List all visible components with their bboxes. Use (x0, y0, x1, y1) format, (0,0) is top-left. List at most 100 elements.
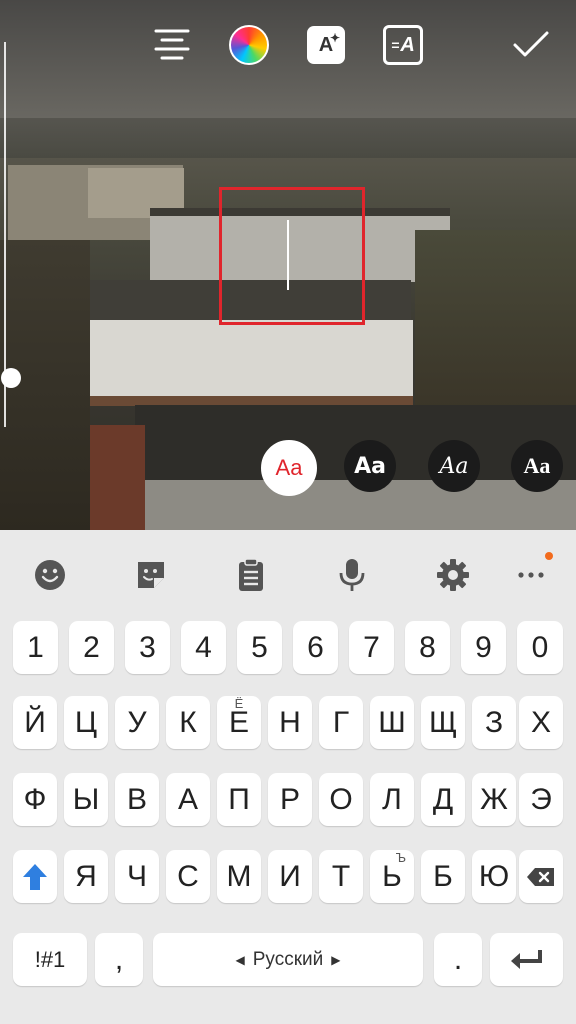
shift-arrow-icon (23, 863, 47, 890)
key-letter[interactable]: В (115, 773, 159, 826)
key-letter[interactable]: А (166, 773, 210, 826)
key-3[interactable]: 3 (125, 621, 170, 674)
key-5[interactable]: 5 (237, 621, 282, 674)
key-letter[interactable]: Щ (421, 696, 465, 749)
key-4[interactable]: 4 (181, 621, 226, 674)
clipboard-icon[interactable] (228, 552, 274, 598)
font-script-button[interactable]: Aa (428, 440, 480, 492)
key-label: Й (24, 705, 46, 739)
key-letter[interactable]: Ц (64, 696, 108, 749)
language-next-icon: ▶ (331, 952, 341, 967)
key-7[interactable]: 7 (349, 621, 394, 674)
key-letter[interactable]: М (217, 850, 261, 903)
key-letter[interactable]: Я (64, 850, 108, 903)
key-label: Ж (480, 782, 508, 816)
shift-button[interactable] (13, 850, 57, 903)
text-effects-icon[interactable]: A ✦ (305, 24, 347, 66)
key-letter[interactable]: И (268, 850, 312, 903)
font-strong-label: Aa (523, 453, 551, 478)
key-label: П (228, 782, 250, 816)
key-letter[interactable]: Э (519, 773, 563, 826)
language-label: Русский (252, 948, 324, 970)
key-letter[interactable]: ЪЬ (370, 850, 414, 903)
emoji-icon[interactable] (27, 552, 73, 598)
key-letter[interactable]: З (472, 696, 516, 749)
text-size-slider-knob[interactable] (1, 368, 21, 388)
text-caret (287, 220, 289, 290)
align-center-icon[interactable] (151, 24, 193, 66)
key-letter[interactable]: Г (319, 696, 363, 749)
key-9[interactable]: 9 (461, 621, 506, 674)
key-6[interactable]: 6 (293, 621, 338, 674)
key-letter[interactable]: Л (370, 773, 414, 826)
key-letter[interactable]: Х (519, 696, 563, 749)
key-letter[interactable]: У (115, 696, 159, 749)
key-5-label: 5 (251, 630, 268, 664)
key-letter[interactable]: Ш (370, 696, 414, 749)
story-photo-background: A ✦ = A Aa Aa Aa Aa (0, 0, 576, 530)
key-letter[interactable]: К (166, 696, 210, 749)
key-label: У (127, 705, 147, 739)
enter-icon (510, 949, 542, 969)
font-classic-button[interactable]: Aa (261, 440, 317, 496)
key-label: А (177, 782, 198, 816)
key-label: Ш (378, 705, 406, 739)
symbols-button[interactable]: !#1 (13, 933, 87, 986)
comma-key[interactable]: , (95, 933, 143, 986)
key-letter[interactable]: Ф (13, 773, 57, 826)
keyboard-toolbar (0, 530, 576, 620)
keyboard: 1 2 3 4 5 6 7 8 9 0 Й Ц У К ЁЕ Н Г Ш Щ З… (0, 530, 576, 1024)
text-input-box[interactable] (219, 187, 365, 325)
key-4-label: 4 (195, 630, 212, 664)
key-letter[interactable]: Ж (472, 773, 516, 826)
key-label: Д (432, 782, 454, 816)
backspace-button[interactable] (519, 850, 563, 903)
key-2[interactable]: 2 (69, 621, 114, 674)
key-label: Г (332, 705, 350, 739)
key-letter[interactable]: Д (421, 773, 465, 826)
key-label: Ф (23, 782, 47, 816)
notification-badge (545, 552, 553, 560)
key-label: З (484, 705, 504, 739)
key-label: Н (279, 705, 301, 739)
key-letter[interactable]: Т (319, 850, 363, 903)
text-background-icon[interactable]: = A (382, 24, 424, 66)
checkmark-icon[interactable] (510, 24, 552, 66)
key-label: Ц (74, 705, 98, 739)
symbols-label: !#1 (34, 946, 66, 972)
editor-toolbar: A ✦ = A (0, 0, 576, 95)
key-letter[interactable]: Ч (115, 850, 159, 903)
key-letter[interactable]: П (217, 773, 261, 826)
key-letter[interactable]: Р (268, 773, 312, 826)
key-label: И (279, 859, 301, 893)
key-label: Т (331, 859, 351, 893)
key-letter[interactable]: О (319, 773, 363, 826)
enter-button[interactable] (490, 933, 563, 986)
key-letter[interactable]: ЁЕ (217, 696, 261, 749)
key-8[interactable]: 8 (405, 621, 450, 674)
key-letter[interactable]: Б (421, 850, 465, 903)
sticker-icon[interactable] (128, 552, 174, 598)
key-letter[interactable]: Й (13, 696, 57, 749)
key-letter[interactable]: Ы (64, 773, 108, 826)
period-key[interactable]: . (434, 933, 482, 986)
key-6-label: 6 (307, 630, 324, 664)
key-letter[interactable]: Ю (472, 850, 516, 903)
font-strong-button[interactable]: Aa (511, 440, 563, 492)
key-letter[interactable]: Н (268, 696, 312, 749)
key-0[interactable]: 0 (517, 621, 563, 674)
key-letter[interactable]: С (166, 850, 210, 903)
color-wheel-icon[interactable] (228, 24, 270, 66)
space-bar[interactable]: ◀ Русский ▶ (153, 933, 423, 986)
font-script-label: Aa (439, 453, 469, 479)
key-1[interactable]: 1 (13, 621, 58, 674)
backspace-icon (527, 867, 554, 886)
key-label: Р (279, 782, 300, 816)
key-2-label: 2 (83, 630, 100, 664)
more-icon[interactable] (508, 552, 554, 598)
microphone-icon[interactable] (329, 552, 375, 598)
text-size-slider[interactable] (1, 42, 21, 427)
key-8-label: 8 (419, 630, 436, 664)
settings-icon[interactable] (430, 552, 476, 598)
font-modern-button[interactable]: Aa (344, 440, 396, 492)
